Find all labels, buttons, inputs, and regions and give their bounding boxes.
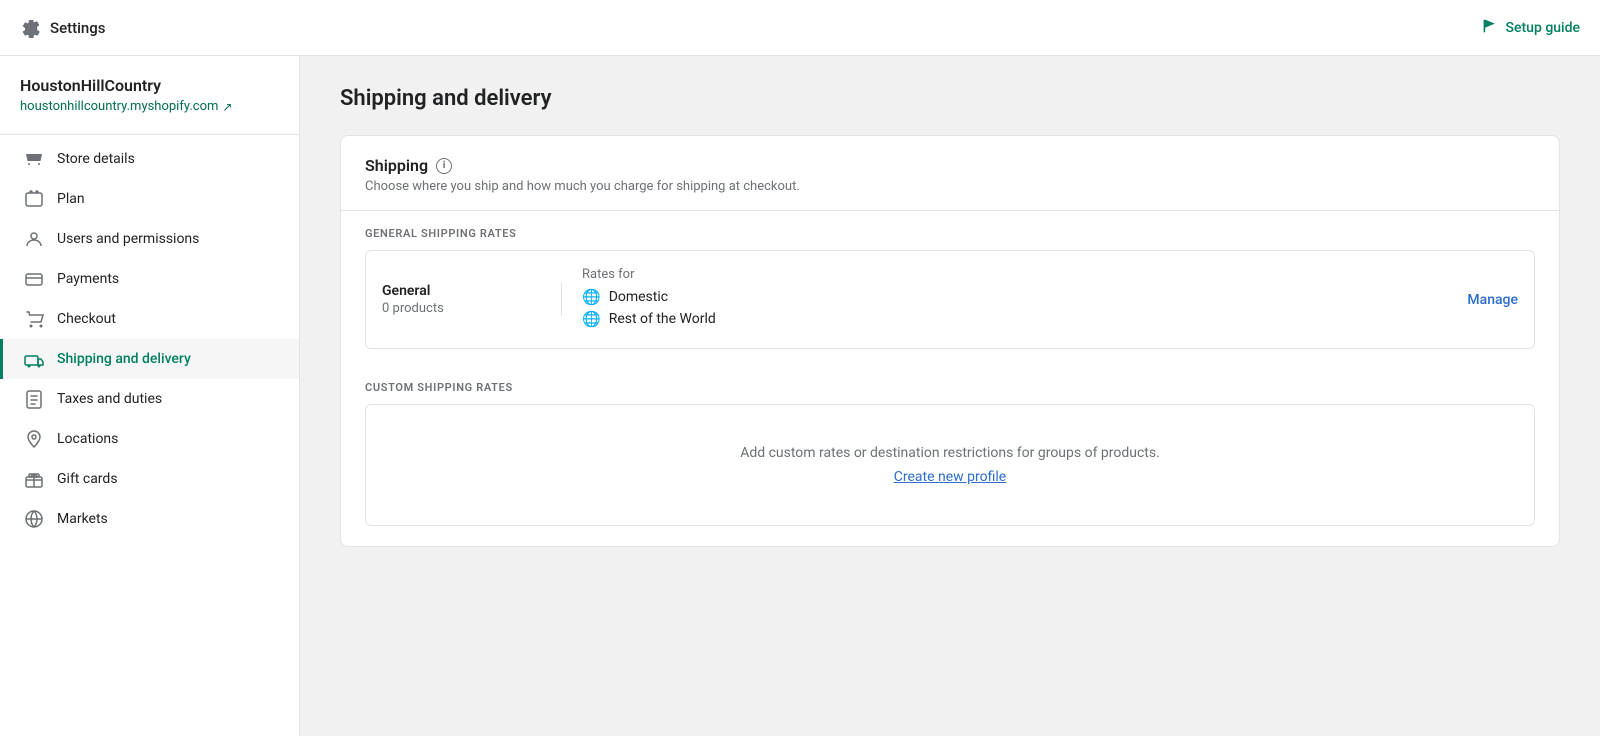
sidebar-label-taxes: Taxes and duties (57, 391, 162, 407)
store-icon (23, 149, 45, 169)
store-name: HoustonHillCountry (0, 76, 299, 99)
sidebar-item-locations[interactable]: Locations (0, 419, 299, 459)
locations-icon (23, 429, 45, 449)
create-profile-link[interactable]: Create new profile (894, 469, 1006, 485)
page-title: Shipping and delivery (340, 86, 1560, 111)
sidebar-item-gift-cards[interactable]: Gift cards (0, 459, 299, 499)
info-icon[interactable]: i (436, 158, 452, 174)
rate-domestic: 🌐 Domestic (582, 288, 1447, 306)
domestic-label: Domestic (609, 289, 668, 305)
sidebar-label-users: Users and permissions (57, 231, 199, 247)
sidebar-label-checkout: Checkout (57, 311, 116, 327)
rate-world: 🌐 Rest of the World (582, 310, 1447, 328)
sidebar-item-plan[interactable]: Plan (0, 179, 299, 219)
sidebar-item-users-permissions[interactable]: Users and permissions (0, 219, 299, 259)
gear-icon (20, 18, 40, 38)
sidebar-label-markets: Markets (57, 511, 108, 527)
markets-icon (23, 509, 45, 529)
globe-icon-world: 🌐 (582, 310, 601, 328)
world-label: Rest of the World (609, 311, 716, 327)
topbar-title: Settings (50, 19, 106, 37)
sidebar-label-payments: Payments (57, 271, 119, 287)
profile-info: General 0 products (382, 283, 562, 316)
store-url-link[interactable]: houstonhillcountry.myshopify.com ↗ (0, 99, 299, 130)
gift-icon (23, 469, 45, 489)
custom-rates-text: Add custom rates or destination restrict… (386, 445, 1514, 461)
shipping-section-card: Shipping i Choose where you ship and how… (340, 135, 1560, 547)
sidebar-label-gift-cards: Gift cards (57, 471, 118, 487)
sidebar-item-taxes-duties[interactable]: Taxes and duties (0, 379, 299, 419)
topbar-left: Settings (20, 18, 106, 38)
shipping-icon (23, 349, 45, 369)
taxes-icon (23, 389, 45, 409)
sidebar-item-shipping-delivery[interactable]: Shipping and delivery (0, 339, 299, 379)
external-link-icon: ↗ (222, 100, 232, 114)
sidebar-divider (0, 134, 299, 135)
checkout-icon (23, 309, 45, 329)
sidebar-label-plan: Plan (57, 191, 85, 207)
general-shipping-rates-heading: GENERAL SHIPPING RATES (341, 211, 1559, 250)
flag-icon (1482, 18, 1498, 38)
sidebar-item-markets[interactable]: Markets (0, 499, 299, 539)
sidebar-item-checkout[interactable]: Checkout (0, 299, 299, 339)
rates-section: Rates for 🌐 Domestic 🌐 Rest of the World (582, 267, 1447, 332)
sidebar-label-shipping: Shipping and delivery (57, 351, 191, 367)
sidebar: HoustonHillCountry houstonhillcountry.my… (0, 56, 300, 736)
shipping-card-desc: Choose where you ship and how much you c… (365, 179, 1535, 194)
layout: HoustonHillCountry houstonhillcountry.my… (0, 56, 1600, 736)
custom-rates-empty: Add custom rates or destination restrict… (365, 404, 1535, 526)
payments-icon (23, 269, 45, 289)
setup-guide-button[interactable]: Setup guide (1482, 18, 1580, 38)
rates-for-label: Rates for (582, 267, 1447, 282)
sidebar-item-payments[interactable]: Payments (0, 259, 299, 299)
setup-guide-label: Setup guide (1506, 20, 1580, 36)
store-url-text: houstonhillcountry.myshopify.com (20, 99, 218, 114)
globe-icon-domestic: 🌐 (582, 288, 601, 306)
custom-shipping-rates-heading: CUSTOM SHIPPING RATES (341, 365, 1559, 404)
manage-link[interactable]: Manage (1447, 292, 1518, 308)
main-content: Shipping and delivery Shipping i Choose … (300, 56, 1600, 736)
sidebar-label-locations: Locations (57, 431, 118, 447)
custom-rates-section: Add custom rates or destination restrict… (341, 404, 1559, 546)
profile-products: 0 products (382, 301, 541, 316)
general-shipping-profile: General 0 products Rates for 🌐 Domestic … (365, 250, 1535, 349)
sidebar-item-store-details[interactable]: Store details (0, 139, 299, 179)
users-icon (23, 229, 45, 249)
sidebar-label-store-details: Store details (57, 151, 135, 167)
shipping-card-title: Shipping i (365, 156, 1535, 175)
shipping-card-header: Shipping i Choose where you ship and how… (341, 136, 1559, 211)
plan-icon (23, 189, 45, 209)
profile-name: General (382, 283, 541, 299)
topbar: Settings Setup guide (0, 0, 1600, 56)
